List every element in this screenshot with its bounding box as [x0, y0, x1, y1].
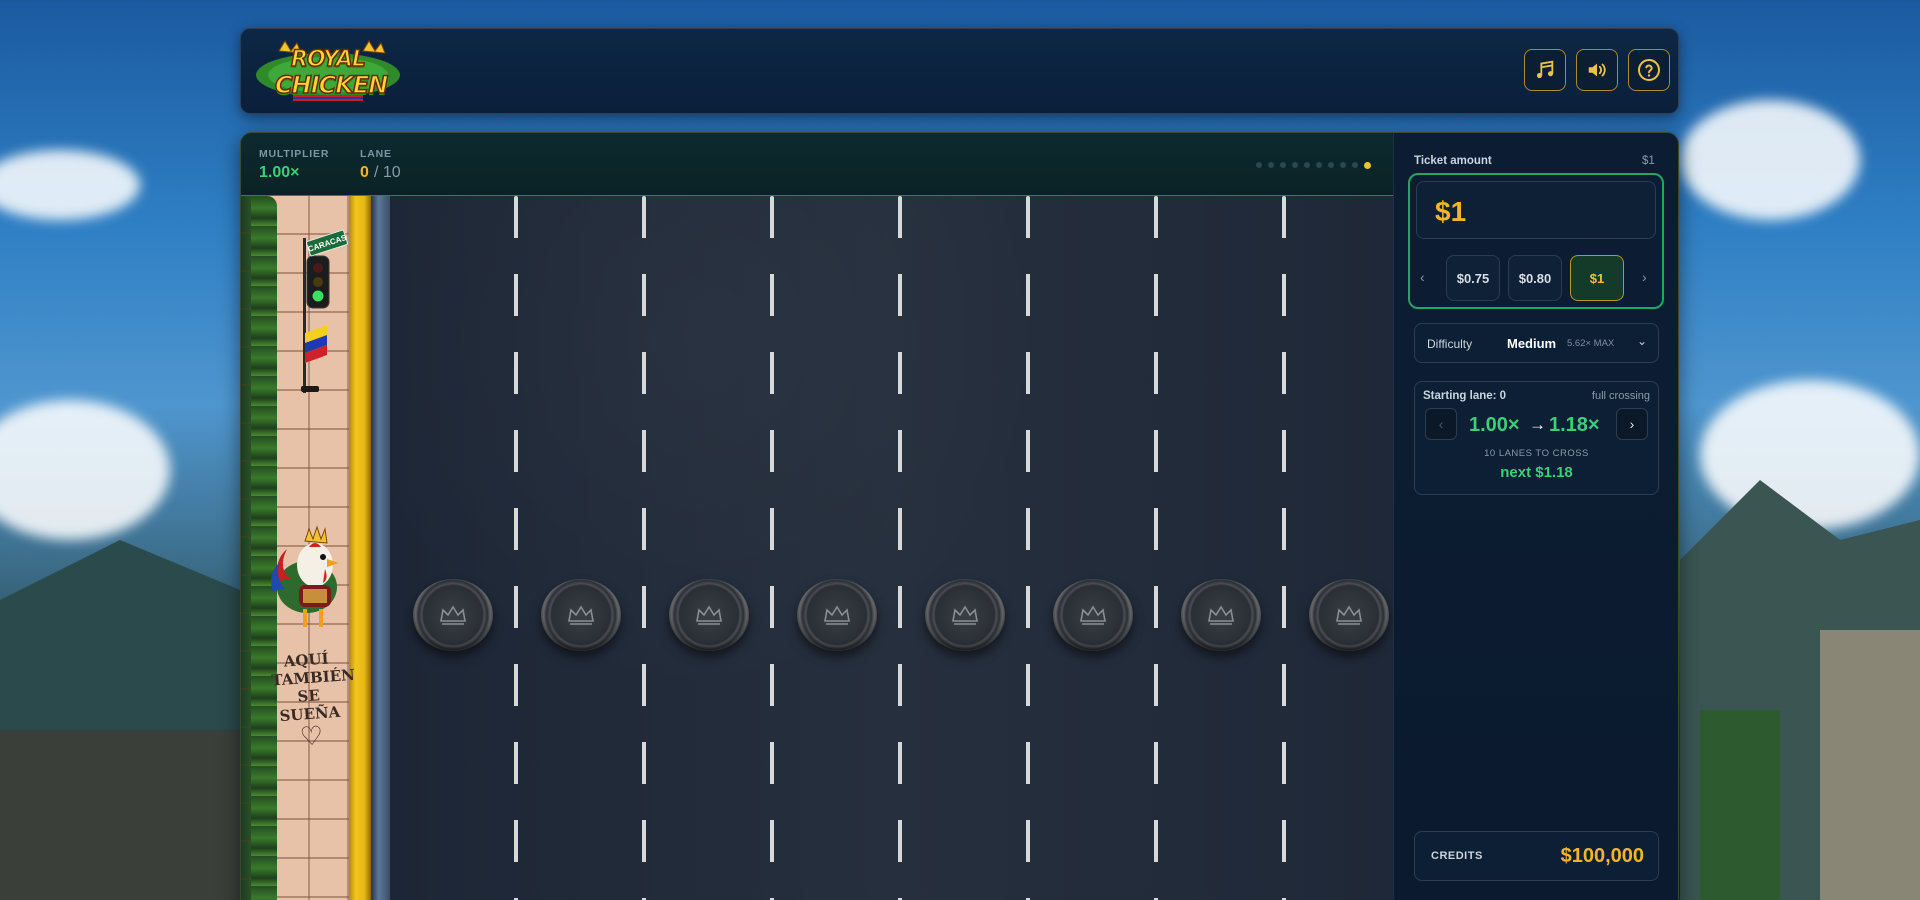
chevron-left-icon[interactable]: ‹ [1420, 269, 1425, 285]
lane-1-manhole[interactable] [413, 579, 493, 651]
logo-text-chicken: CHICKEN [274, 70, 389, 100]
ticket-chip-1[interactable]: $1 [1570, 255, 1624, 301]
credits-value: $100,000 [1560, 845, 1644, 867]
top-header: ROYAL CHICKEN [240, 28, 1679, 114]
lane-4-manhole[interactable] [797, 579, 877, 651]
stats-bar: MULTIPLIER 1.00× LANE 0 / 10 [241, 133, 1393, 196]
crown-icon [696, 605, 722, 625]
ticket-chip-075[interactable]: $0.75 [1446, 255, 1500, 301]
multiplier-from: 1.00× [1469, 414, 1520, 436]
next-payout: next $1.18 [1500, 464, 1573, 481]
lane-divider [1026, 196, 1030, 900]
difficulty-select[interactable]: Difficulty Medium 5.62× MAX ⌄ [1414, 323, 1659, 363]
ticket-amount-label: Ticket amount [1414, 155, 1492, 167]
progress-dot [1340, 162, 1346, 168]
credits-label: CREDITS [1431, 850, 1483, 862]
crown-icon [1208, 605, 1234, 625]
ticket-amount-group: $1 ‹ $0.75 $0.80 $1 › [1408, 173, 1664, 309]
road [390, 196, 1393, 900]
question-icon [1638, 59, 1660, 81]
crown-icon [824, 605, 850, 625]
lane-divider [770, 196, 774, 900]
lane-8-manhole[interactable] [1309, 579, 1389, 651]
sound-button[interactable] [1576, 49, 1618, 91]
royal-chicken-logo: ROYAL CHICKEN [253, 39, 403, 105]
crown-icon [952, 605, 978, 625]
crown-icon [1080, 605, 1106, 625]
progress-dot [1268, 162, 1274, 168]
lane-divider [898, 196, 902, 900]
lane-current: 0 [360, 164, 369, 181]
chevron-right-icon[interactable]: › [1642, 269, 1647, 285]
help-button[interactable] [1628, 49, 1670, 91]
credits-box: CREDITS $100,000 [1414, 831, 1659, 881]
lane-7-manhole[interactable] [1181, 579, 1261, 651]
starting-lane-label: Starting lane: 0 [1423, 390, 1507, 402]
multiplier-value: 1.00× [259, 164, 300, 181]
lane-5-manhole[interactable] [925, 579, 1005, 651]
music-note-icon [1536, 60, 1554, 79]
sidewalk-graffiti: AQUÍ TAMBIÉN SE SUEÑA ♡ [270, 649, 355, 754]
ticket-chip-080[interactable]: $0.80 [1508, 255, 1562, 301]
arrow-right-icon: → [1529, 415, 1546, 434]
multiplier-to: 1.18× [1549, 414, 1600, 436]
background-cloud [0, 150, 140, 220]
multiplier-label: MULTIPLIER [259, 148, 330, 160]
progress-dot [1328, 162, 1334, 168]
lane-3-manhole[interactable] [669, 579, 749, 651]
lane-total: / 10 [374, 164, 401, 181]
progress-dot [1280, 162, 1286, 168]
lanes-to-cross: 10 LANES TO CROSS [1484, 448, 1589, 459]
ticket-amount-summary: $1 [1642, 155, 1655, 167]
crown-icon [440, 605, 466, 625]
chevron-right-icon: › [1629, 416, 1635, 432]
progress-dot [1352, 162, 1358, 168]
lane-prev-button[interactable]: ‹ [1425, 408, 1457, 440]
graffiti-line: SE SUEÑA [278, 686, 341, 726]
bet-panel: Ticket amount $1 $1 ‹ $0.75 $0.80 $1 › D… [1393, 133, 1678, 900]
gutter [371, 196, 390, 900]
lane-divider [1154, 196, 1158, 900]
game-area: MULTIPLIER 1.00× LANE 0 / 10 CARACAS AQU… [240, 132, 1679, 900]
lane-6-manhole[interactable] [1053, 579, 1133, 651]
lane-next-button[interactable]: › [1616, 408, 1648, 440]
difficulty-label: Difficulty [1427, 337, 1473, 351]
ticket-amount-input[interactable]: $1 [1416, 181, 1656, 239]
lane-card: Starting lane: 0 full crossing ‹ 1.00× →… [1414, 381, 1659, 495]
logo-text-royal: ROYAL [290, 46, 366, 73]
lane-divider [514, 196, 518, 900]
music-button[interactable] [1524, 49, 1566, 91]
progress-dot [1256, 162, 1262, 168]
progress-dot [1304, 162, 1310, 168]
progress-dot [1316, 162, 1322, 168]
rooster-character-icon [271, 525, 339, 627]
lane-label: LANE [360, 148, 392, 160]
chevron-down-icon: ⌄ [1637, 334, 1648, 348]
lane-divider [642, 196, 646, 900]
lane-divider [1282, 196, 1286, 900]
background-cloud [1680, 100, 1860, 220]
chevron-left-icon: ‹ [1438, 416, 1444, 432]
heart-icon: ♡ [298, 721, 325, 753]
progress-dot [1292, 162, 1298, 168]
progress-dots [1256, 161, 1371, 169]
lane-2-manhole[interactable] [541, 579, 621, 651]
crown-icon [1336, 605, 1362, 625]
difficulty-value: Medium [1507, 336, 1557, 351]
speaker-icon [1588, 63, 1606, 77]
difficulty-max: 5.62× MAX [1567, 338, 1615, 349]
crown-icon [568, 605, 594, 625]
progress-dot [1364, 161, 1371, 169]
crossing-mode: full crossing [1591, 390, 1650, 402]
